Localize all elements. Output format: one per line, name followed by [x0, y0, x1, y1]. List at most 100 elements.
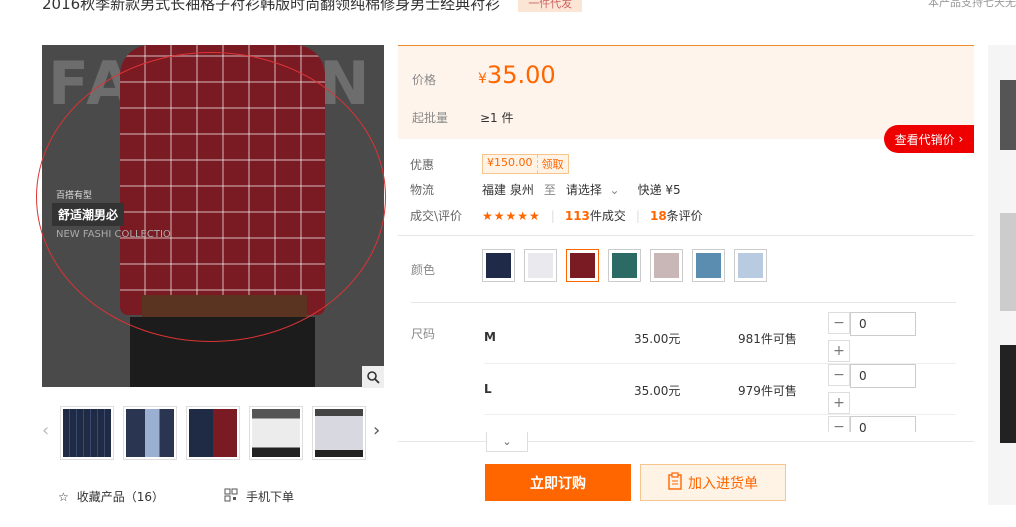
price-box: 价格 ¥35.00 起批量 ≥1 件	[398, 45, 974, 139]
service-note: 本产品支持七天无	[928, 0, 1016, 9]
color-swatch[interactable]	[734, 249, 767, 282]
logistics-label: 物流	[410, 183, 435, 197]
qr-code-icon	[224, 488, 238, 505]
swatch-fill	[612, 253, 637, 278]
sold-count[interactable]: 113	[565, 209, 590, 223]
image-actions: ☆ 收藏产品（16） 手机下单	[58, 488, 294, 505]
shipping-fee: 快递 ¥5	[637, 183, 681, 197]
moq-value: ≥1 件	[480, 111, 514, 125]
coupon[interactable]: ¥150.00 领取	[482, 154, 569, 174]
thumbnail[interactable]	[123, 406, 177, 460]
ship-from: 福建 泉州	[482, 183, 534, 197]
size-name: M	[484, 330, 496, 344]
thumbnail[interactable]	[312, 406, 366, 460]
deals-row: 成交\评价 ★★★★★ | 113 件成交 | 18 条评价	[410, 208, 703, 224]
promo-row: 优惠 ¥150.00 领取	[410, 154, 569, 174]
product-title: 2016秋季新款男式长袖格子衬衫韩版时尚翻领纯棉修身男士经典衬衫	[42, 0, 501, 13]
swatch-fill	[654, 253, 679, 278]
pants-graphic	[130, 317, 315, 387]
quantity-stepper: − 0 +	[828, 364, 916, 414]
coupon-claim[interactable]: 领取	[536, 155, 568, 173]
decrement-button[interactable]: −	[828, 416, 850, 432]
increment-button[interactable]: +	[828, 340, 850, 362]
zoom-icon[interactable]	[362, 366, 384, 388]
quantity-input[interactable]: 0	[850, 364, 916, 388]
belt-graphic	[142, 295, 307, 317]
promo-label: 优惠	[410, 157, 435, 172]
image-tag-main: 舒适潮男必	[52, 203, 125, 226]
image-tag-sub: NEW FASHI COLLECTIO	[56, 229, 171, 240]
color-swatch[interactable]	[650, 249, 683, 282]
add-to-cart-button[interactable]: 加入进货单	[640, 464, 786, 501]
increment-button[interactable]: +	[828, 392, 850, 414]
side-recommendations	[988, 45, 1016, 505]
decrement-button[interactable]: −	[828, 364, 850, 386]
destination-select[interactable]: 请选择 ⌄	[566, 181, 620, 198]
recommend-thumb[interactable]	[1000, 213, 1016, 311]
divider	[398, 235, 974, 236]
chevron-down-icon: ⌄	[609, 183, 620, 197]
color-swatch[interactable]	[608, 249, 641, 282]
color-swatch-selected[interactable]	[566, 249, 599, 282]
size-row: − 0	[484, 416, 956, 432]
recommend-thumb[interactable]	[1000, 345, 1016, 443]
review-count[interactable]: 18	[650, 209, 667, 223]
shirt-graphic	[120, 45, 325, 315]
chevron-down-icon: ⌄	[502, 435, 512, 448]
quantity-input[interactable]: 0	[850, 312, 916, 336]
size-label: 尺码	[411, 327, 436, 341]
mobile-order-label: 手机下单	[246, 490, 295, 504]
swatch-fill	[486, 253, 511, 278]
decrement-button[interactable]: −	[828, 312, 850, 334]
ship-to-label: 至	[543, 183, 556, 197]
swatch-fill	[570, 253, 595, 278]
image-tag-small: 百搭有型	[56, 191, 93, 201]
thumbnail[interactable]	[186, 406, 240, 460]
purchase-panel: 价格 ¥35.00 起批量 ≥1 件	[398, 45, 974, 139]
thumb-prev-icon[interactable]: ‹	[42, 420, 49, 441]
order-now-button[interactable]: 立即订购	[485, 464, 631, 501]
logistics-row: 物流 福建 泉州 至 请选择 ⌄ 快递 ¥5	[410, 181, 681, 198]
review-label: 条评价	[666, 209, 703, 223]
clipboard-icon	[668, 471, 682, 494]
divider	[484, 414, 956, 415]
thumbnail[interactable]	[60, 406, 114, 460]
size-stock: 979件可售	[738, 384, 797, 398]
agent-price-button[interactable]: 查看代销价 ›	[884, 125, 974, 153]
quantity-stepper: − 0 +	[828, 312, 916, 362]
size-price: 35.00元	[634, 384, 681, 398]
size-row: L 35.00元 979件可售 − 0 +	[484, 364, 956, 416]
expand-sizes-button[interactable]: ⌄	[486, 432, 528, 452]
quantity-input[interactable]: 0	[850, 416, 916, 432]
size-row: M 35.00元 981件可售 − 0 +	[484, 312, 956, 364]
thumbnail[interactable]	[249, 406, 303, 460]
size-stock: 981件可售	[738, 332, 797, 346]
size-price: 35.00元	[634, 332, 681, 346]
price-label: 价格	[412, 73, 437, 87]
sold-label: 件成交	[589, 209, 626, 223]
mobile-order-button[interactable]: 手机下单	[224, 488, 294, 505]
color-swatches	[482, 249, 767, 282]
color-swatch[interactable]	[524, 249, 557, 282]
recommend-thumb[interactable]	[1000, 80, 1016, 150]
divider	[398, 441, 974, 442]
quantity-stepper: − 0	[828, 416, 916, 432]
favorite-button[interactable]: ☆ 收藏产品（16）	[58, 488, 164, 505]
moq-label: 起批量	[412, 111, 449, 125]
title-row: 2016秋季新款男式长袖格子衬衫韩版时尚翻领纯棉修身男士经典衬衫 一件代发	[42, 0, 583, 14]
favorite-label: 收藏产品（16）	[76, 490, 165, 504]
color-swatch[interactable]	[482, 249, 515, 282]
thumb-next-icon[interactable]: ›	[373, 420, 380, 441]
thumbnail-strip: ‹ ›	[42, 402, 387, 462]
swatch-fill	[528, 253, 553, 278]
divider	[411, 302, 956, 303]
deals-label: 成交\评价	[410, 209, 463, 223]
swatch-fill	[738, 253, 763, 278]
price-value: ¥35.00	[478, 61, 556, 89]
color-swatch[interactable]	[692, 249, 725, 282]
color-label: 颜色	[411, 263, 436, 277]
rating-stars: ★★★★★	[482, 208, 541, 223]
swatch-fill	[696, 253, 721, 278]
main-product-image[interactable]: FASHION MAN 百搭有型 舒适潮男必 NEW FASHI COLLECT…	[42, 45, 384, 387]
size-name: L	[484, 382, 492, 396]
